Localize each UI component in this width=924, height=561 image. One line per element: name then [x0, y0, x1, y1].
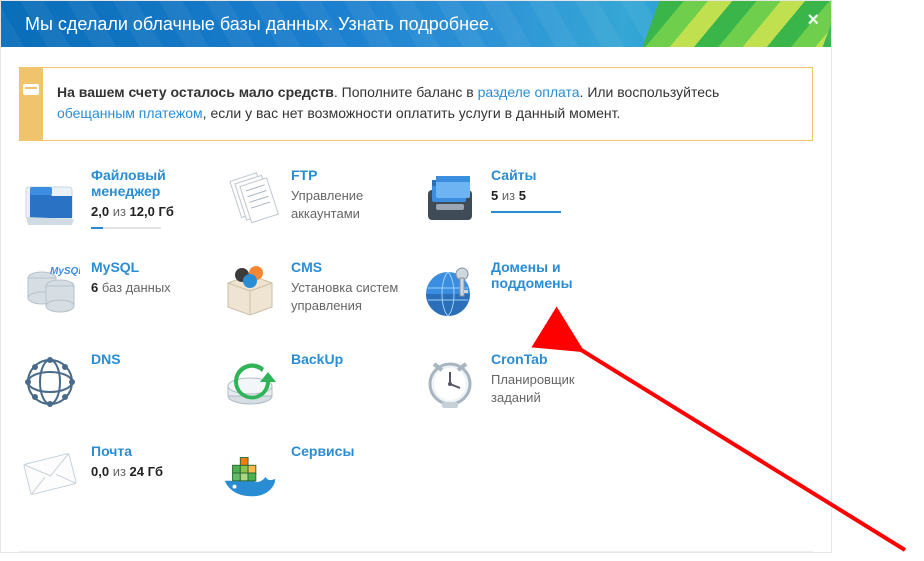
- documents-icon: [219, 167, 281, 229]
- tile-sub: Установка систем управления: [291, 279, 419, 314]
- tile-sites[interactable]: Сайты 5 из 5: [419, 159, 619, 251]
- tile-title[interactable]: Сервисы: [291, 443, 354, 459]
- svg-text:MySQL: MySQL: [50, 266, 80, 277]
- divider: [19, 551, 813, 552]
- box-icon: [219, 259, 281, 321]
- card-folder-icon: [419, 167, 481, 229]
- tile-backup[interactable]: BackUp: [219, 343, 419, 435]
- tile-title[interactable]: CMS: [291, 259, 322, 275]
- notice-text2: . Или воспользуйтесь: [580, 84, 720, 100]
- low-balance-notice: На вашем счету осталось мало средств. По…: [19, 67, 813, 141]
- disk-restore-icon: [219, 351, 281, 413]
- envelope-icon: [19, 443, 81, 505]
- alarm-clock-icon: [419, 351, 481, 413]
- tile-cms[interactable]: CMS Установка систем управления: [219, 251, 419, 343]
- tile-file-manager[interactable]: Файловый менеджер 2,0 из 12,0 Гб: [19, 159, 219, 251]
- promised-payment-link[interactable]: обещанным платежом: [57, 105, 203, 121]
- tile-mysql[interactable]: MySQL MySQL 6 баз данных: [19, 251, 219, 343]
- close-icon[interactable]: ×: [807, 9, 819, 32]
- tile-title[interactable]: FTP: [291, 167, 317, 183]
- tile-metric: 6 баз данных: [91, 279, 219, 297]
- usage-bar: [91, 227, 161, 229]
- network-sphere-icon: [19, 351, 81, 413]
- database-icon: MySQL: [19, 259, 81, 321]
- tile-domains[interactable]: Домены и поддомены: [419, 251, 619, 343]
- credit-card-icon: [23, 84, 39, 95]
- tile-sub: Планировщик заданий: [491, 371, 619, 406]
- tile-title[interactable]: Сайты: [491, 167, 537, 183]
- tile-dns[interactable]: DNS: [19, 343, 219, 435]
- tile-metric: 2,0 из 12,0 Гб: [91, 203, 219, 221]
- notice-text1: . Пополните баланс в: [334, 84, 478, 100]
- tile-title[interactable]: MySQL: [91, 259, 139, 275]
- tile-title[interactable]: Почта: [91, 443, 132, 459]
- tile-crontab[interactable]: CronTab Планировщик заданий: [419, 343, 619, 435]
- promo-banner[interactable]: Мы сделали облачные базы данных. Узнать …: [1, 1, 831, 47]
- tile-metric: 0,0 из 24 Гб: [91, 463, 219, 481]
- tile-title[interactable]: CronTab: [491, 351, 548, 367]
- tile-title[interactable]: Файловый менеджер: [91, 167, 219, 199]
- tile-sub: Управление аккаунтами: [291, 187, 419, 222]
- tile-services[interactable]: Сервисы: [219, 435, 419, 527]
- banner-decoration: [643, 1, 831, 47]
- tiles-grid: Файловый менеджер 2,0 из 12,0 Гб: [1, 141, 831, 551]
- tile-mail[interactable]: Почта 0,0 из 24 Гб: [19, 435, 219, 527]
- banner-text: Мы сделали облачные базы данных. Узнать …: [25, 14, 494, 35]
- hosting-dashboard: Мы сделали облачные базы данных. Узнать …: [0, 0, 832, 553]
- tile-metric: 5 из 5: [491, 187, 619, 205]
- whale-containers-icon: [219, 443, 281, 505]
- globe-keys-icon: [419, 259, 481, 321]
- usage-bar: [491, 211, 561, 213]
- payment-link[interactable]: разделе оплата: [478, 84, 580, 100]
- tile-title[interactable]: BackUp: [291, 351, 343, 367]
- tile-title[interactable]: DNS: [91, 351, 121, 367]
- tile-title[interactable]: Домены и поддомены: [491, 259, 619, 291]
- folder-icon: [19, 167, 81, 229]
- notice-bold: На вашем счету осталось мало средств: [57, 84, 334, 100]
- tile-ftp[interactable]: FTP Управление аккаунтами: [219, 159, 419, 251]
- notice-text3: , если у вас нет возможности оплатить ус…: [203, 105, 621, 121]
